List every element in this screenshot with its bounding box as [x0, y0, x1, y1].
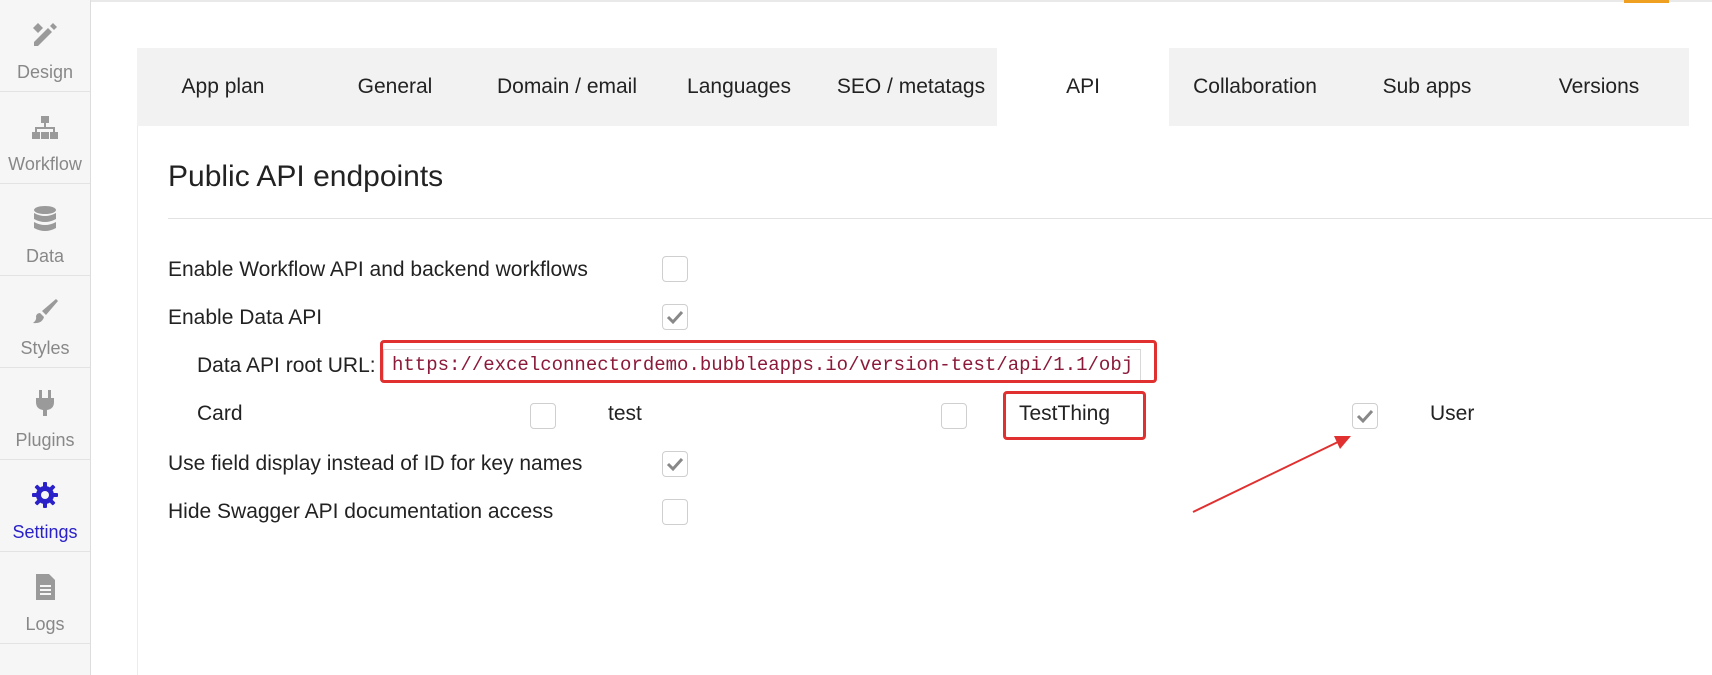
sidebar-item-styles[interactable]: Styles	[0, 276, 90, 368]
data-type-card-label: Card	[197, 402, 243, 425]
tab-seo-metatags[interactable]: SEO / metatags	[825, 48, 997, 126]
sidebar-item-logs[interactable]: Logs	[0, 552, 90, 644]
sidebar-item-data[interactable]: Data	[0, 184, 90, 276]
tab-sub-apps[interactable]: Sub apps	[1341, 48, 1513, 126]
tab-app-plan[interactable]: App plan	[137, 48, 309, 126]
sidebar-item-label: Workflow	[8, 154, 82, 174]
tab-general[interactable]: General	[309, 48, 481, 126]
database-icon	[34, 206, 56, 231]
sidebar-item-label: Data	[25, 246, 65, 266]
enable-data-api-label: Enable Data API	[168, 306, 323, 329]
document-icon	[36, 574, 55, 600]
hide-swagger-label: Hide Swagger API documentation access	[168, 500, 554, 523]
title-divider	[168, 218, 1712, 219]
pencil-ruler-icon	[33, 23, 57, 46]
sidebar-item-label: Styles	[20, 338, 70, 358]
settings-tab-bar: App plan General Domain / email Language…	[137, 48, 1689, 126]
data-type-card-checkbox[interactable]	[530, 403, 556, 429]
data-type-test-label: test	[608, 402, 642, 425]
sitemap-icon	[32, 116, 58, 139]
data-api-root-url-label: Data API root URL:	[197, 354, 376, 377]
data-type-user-label: User	[1430, 402, 1475, 425]
data-type-testthing-checkbox[interactable]	[1352, 403, 1378, 429]
check-icon	[666, 310, 684, 325]
gear-icon	[32, 482, 58, 508]
sidebar-item-design[interactable]: Design	[0, 0, 90, 92]
sidebar: Design Workflow Data Styles Plugins Sett…	[0, 0, 91, 675]
top-divider	[0, 0, 1712, 2]
sidebar-item-label: Plugins	[15, 430, 75, 450]
tab-versions[interactable]: Versions	[1513, 48, 1685, 126]
check-icon	[666, 457, 684, 472]
use-field-display-checkbox[interactable]	[662, 451, 688, 477]
annotation-highlight-url	[380, 340, 1157, 383]
top-accent-bar	[1624, 0, 1669, 3]
enable-data-api-checkbox[interactable]	[662, 304, 688, 330]
tab-api[interactable]: API	[997, 48, 1169, 126]
hide-swagger-checkbox[interactable]	[662, 499, 688, 525]
page-title: Public API endpoints	[168, 160, 444, 193]
api-settings-panel	[137, 126, 1712, 675]
enable-workflow-api-checkbox[interactable]	[662, 256, 688, 282]
data-type-test-checkbox[interactable]	[941, 403, 967, 429]
sidebar-item-settings[interactable]: Settings	[0, 460, 90, 552]
sidebar-item-label: Logs	[25, 614, 65, 634]
tab-languages[interactable]: Languages	[653, 48, 825, 126]
sidebar-item-label: Settings	[12, 522, 78, 542]
annotation-highlight-testthing	[1003, 391, 1146, 440]
sidebar-item-label: Design	[16, 62, 74, 82]
plug-icon	[36, 390, 54, 416]
use-field-display-label: Use field display instead of ID for key …	[168, 452, 583, 475]
sidebar-item-workflow[interactable]: Workflow	[0, 92, 90, 184]
enable-workflow-api-label: Enable Workflow API and backend workflow…	[168, 258, 588, 281]
tab-collaboration[interactable]: Collaboration	[1169, 48, 1341, 126]
paintbrush-icon	[33, 299, 58, 324]
sidebar-item-plugins[interactable]: Plugins	[0, 368, 90, 460]
tab-domain-email[interactable]: Domain / email	[481, 48, 653, 126]
check-icon	[1356, 409, 1374, 424]
